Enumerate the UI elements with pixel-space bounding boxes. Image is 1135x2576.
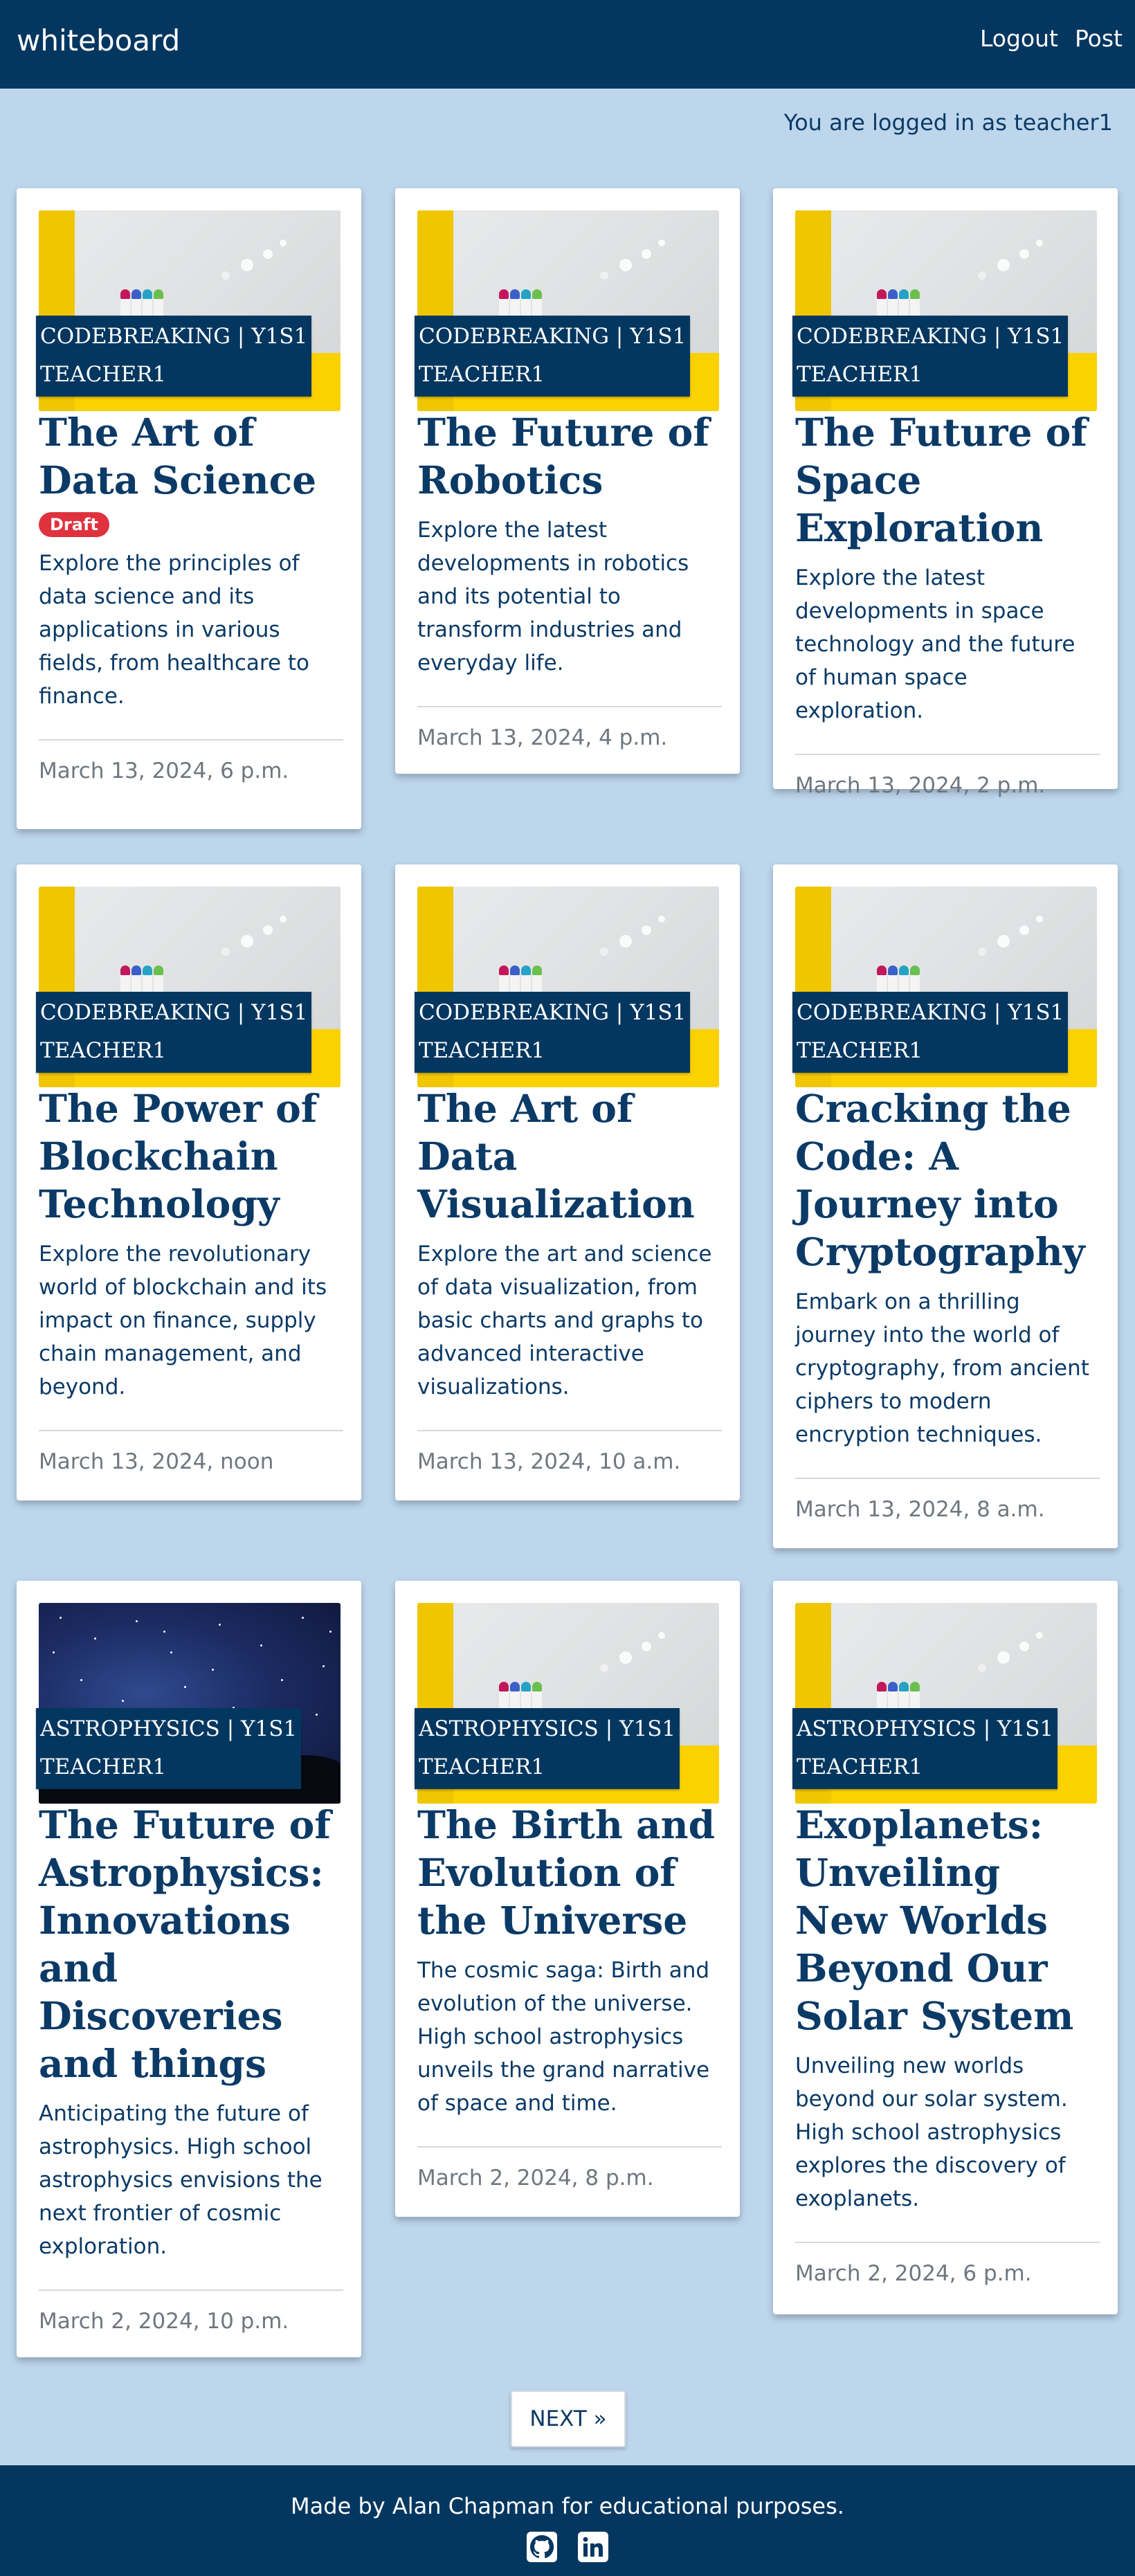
card-date: March 13, 2024, 10 a.m. [417,1449,681,1474]
category-label: CODEBREAKING | Y1S1 TEACHER1 [36,992,312,1073]
category-author: TEACHER1 [40,1038,167,1063]
category-label: ASTROPHYSICS | Y1S1 TEACHER1 [36,1708,302,1789]
login-status: You are logged in as teacher1 [783,109,1113,136]
card-title[interactable]: Cracking the Code: A Journey into Crypto… [795,1085,1100,1276]
category-author: TEACHER1 [797,1038,923,1063]
card-description: Explore the principles of data science a… [39,551,310,709]
post-card[interactable]: ASTROPHYSICS | Y1S1 TEACHER1 The Future of… [17,1581,361,2357]
card-description: Explore the art and science of data visu… [417,1242,712,1399]
card-date: March 13, 2024, 6 p.m. [39,759,289,783]
card-body: The Art of Data Visualization Explore the… [417,1085,722,1474]
card-divider [417,2146,722,2148]
post-card[interactable]: CODEBREAKING | Y1S1 TEACHER1 The Art of Da… [17,188,361,829]
card-divider [39,1430,343,1431]
card-body: The Future of Space Exploration Explore t… [795,408,1100,798]
card-date: March 2, 2024, 8 p.m. [417,2166,654,2190]
category-author: TEACHER1 [40,362,167,387]
post-link[interactable]: Post [1075,25,1123,52]
card-divider [417,706,722,707]
card-divider [39,739,343,741]
card-body: The Art of Data Science Draft Explore the … [39,408,343,783]
card-title[interactable]: The Art of Data Visualization [417,1085,722,1228]
category-author: TEACHER1 [419,362,545,387]
card-title[interactable]: The Future of Space Exploration [795,408,1100,552]
post-card[interactable]: ASTROPHYSICS | Y1S1 TEACHER1 Exoplanets: U… [773,1581,1118,2314]
card-description: Explore the latest developments in space… [795,565,1075,723]
card-body: The Future of Robotics Explore the latest… [417,408,722,750]
category-label: CODEBREAKING | Y1S1 TEACHER1 [415,992,691,1073]
category-author: TEACHER1 [40,1754,167,1779]
category-course: CODEBREAKING | Y1S1 [419,1000,687,1025]
category-course: CODEBREAKING | Y1S1 [797,324,1064,349]
category-author: TEACHER1 [797,362,923,387]
category-course: CODEBREAKING | Y1S1 [419,324,687,349]
category-author: TEACHER1 [797,1754,923,1779]
card-description: The cosmic saga: Birth and evolution of … [417,1958,710,2116]
card-body: Exoplanets: Unveiling New Worlds Beyond … [795,1801,1100,2286]
card-body: The Power of Blockchain Technology Explor… [39,1085,343,1474]
post-card[interactable]: ASTROPHYSICS | Y1S1 TEACHER1 The Birth and… [395,1581,740,2217]
card-divider [39,2289,343,2291]
footer-icons [0,2532,1135,2562]
category-label: CODEBREAKING | Y1S1 TEACHER1 [415,316,691,397]
category-course: ASTROPHYSICS | Y1S1 [419,1716,676,1741]
category-author: TEACHER1 [419,1754,545,1779]
category-label: ASTROPHYSICS | Y1S1 TEACHER1 [792,1708,1058,1789]
card-title[interactable]: Exoplanets: Unveiling New Worlds Beyond … [795,1801,1100,2040]
card-description: Explore the latest developments in robot… [417,518,689,675]
category-course: ASTROPHYSICS | Y1S1 [797,1716,1054,1741]
card-date: March 2, 2024, 6 p.m. [795,2261,1032,2286]
category-course: ASTROPHYSICS | Y1S1 [40,1716,298,1741]
post-card[interactable]: CODEBREAKING | Y1S1 TEACHER1 The Art of Da… [395,864,740,1500]
brand-link[interactable]: whiteboard [17,24,180,57]
card-description: Anticipating the future of astrophysics.… [39,2101,323,2259]
next-page-button[interactable]: NEXT » [511,2391,626,2447]
card-title[interactable]: The Future of Robotics [417,408,722,504]
card-title[interactable]: The Power of Blockchain Technology [39,1085,343,1228]
card-body: Cracking the Code: A Journey into Crypto… [795,1085,1100,1522]
card-divider [795,754,1100,755]
card-title[interactable]: The Birth and Evolution of the Universe [417,1801,722,1944]
navbar: whiteboard Logout Post [0,0,1135,89]
category-label: CODEBREAKING | Y1S1 TEACHER1 [792,992,1069,1073]
card-date: March 13, 2024, 2 p.m. [795,773,1046,798]
card-date: March 13, 2024, noon [39,1449,274,1474]
card-body: The Future of Astrophysics: Innovations … [39,1801,343,2334]
card-divider [795,1478,1100,1479]
category-label: ASTROPHYSICS | Y1S1 TEACHER1 [415,1708,680,1789]
category-label: CODEBREAKING | Y1S1 TEACHER1 [792,316,1069,397]
card-description: Unveiling new worlds beyond our solar sy… [795,2053,1068,2211]
nav-links: Logout Post [980,25,1123,52]
card-title[interactable]: The Art of Data Science [39,408,343,504]
footer: Made by Alan Chapman for educational pur… [0,2465,1135,2576]
footer-note: Made by Alan Chapman for educational pur… [291,2493,844,2519]
post-card[interactable]: CODEBREAKING | Y1S1 TEACHER1 The Power of … [17,864,361,1500]
card-body: The Birth and Evolution of the Universe T… [417,1801,722,2190]
post-card[interactable]: CODEBREAKING | Y1S1 TEACHER1 Cracking the … [773,864,1118,1548]
card-date: March 2, 2024, 10 p.m. [39,2309,289,2334]
draft-badge: Draft [39,512,109,537]
post-card[interactable]: CODEBREAKING | Y1S1 TEACHER1 The Future of… [395,188,740,774]
category-author: TEACHER1 [419,1038,545,1063]
github-icon[interactable] [527,2532,557,2562]
category-course: CODEBREAKING | Y1S1 [797,1000,1064,1025]
linkedin-icon[interactable] [578,2532,608,2562]
card-date: March 13, 2024, 8 a.m. [795,1497,1045,1522]
category-label: CODEBREAKING | Y1S1 TEACHER1 [36,316,312,397]
card-description: Explore the revolutionary world of block… [39,1242,327,1399]
card-date: March 13, 2024, 4 p.m. [417,725,668,750]
post-card[interactable]: CODEBREAKING | Y1S1 TEACHER1 The Future of… [773,188,1118,798]
card-divider [417,1430,722,1431]
logout-link[interactable]: Logout [980,25,1058,52]
card-divider [795,2242,1100,2243]
card-description: Embark on a thrilling journey into the w… [795,1289,1089,1447]
category-course: CODEBREAKING | Y1S1 [40,1000,308,1025]
category-course: CODEBREAKING | Y1S1 [40,324,308,349]
card-title[interactable]: The Future of Astrophysics: Innovations … [39,1801,343,2087]
